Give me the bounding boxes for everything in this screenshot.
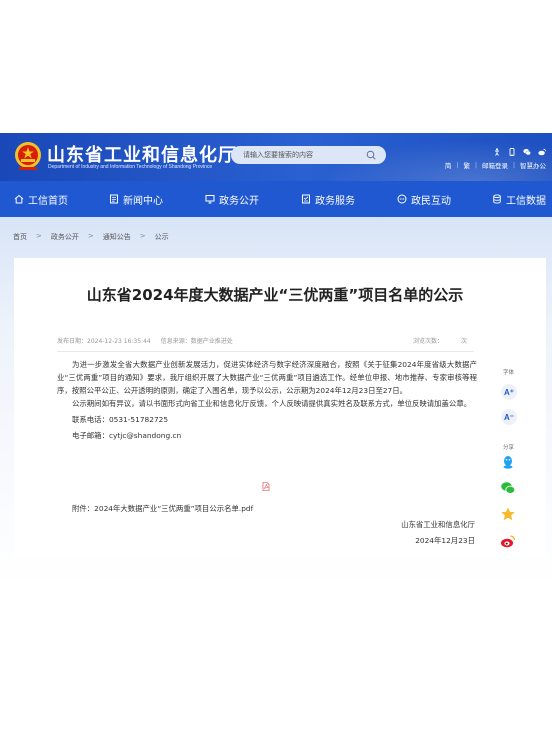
- article-title: 山东省2024年度大数据产业“三优两重”项目名单的公示: [86, 286, 464, 304]
- news-icon: [110, 194, 118, 204]
- main-nav: 工信首页 新闻中心 政务公开 政务服务 政民互动 工信数据: [0, 181, 552, 217]
- smart-office-link[interactable]: 智慧办公: [520, 160, 546, 170]
- qq-share-button[interactable]: [500, 454, 516, 470]
- utility-links: 简 | 繁 | 邮箱登录 | 智慧办公: [445, 160, 546, 171]
- nav-label: 政民互动: [411, 195, 451, 207]
- paragraph: 公示期间如有异议，请以书面形式向省工业和信息化厅反馈，个人反映请提供真实姓名及联…: [72, 399, 472, 408]
- qq-icon: [503, 456, 513, 469]
- search-icon[interactable]: [366, 150, 376, 160]
- font-size-label: 字体: [503, 370, 515, 376]
- nav-label: 新闻中心: [123, 195, 163, 207]
- wechat-icon[interactable]: [523, 141, 531, 156]
- attachment-link[interactable]: 附件：2024年大数据产业“三优两重”项目公示名单.pdf: [72, 503, 253, 514]
- database-icon: [493, 194, 501, 204]
- nav-item-data[interactable]: 工信数据: [492, 181, 546, 217]
- separator: |: [474, 161, 477, 169]
- nav-label: 政务公开: [219, 195, 259, 207]
- nav-label: 工信数据: [506, 195, 546, 207]
- breadcrumb-gov-affairs[interactable]: 政务公开: [51, 232, 79, 242]
- breadcrumb-home[interactable]: 首页: [13, 232, 27, 242]
- share-label: 分享: [503, 445, 515, 451]
- paragraph: 为进一步激发全省大数据产业创新发展活力，促进实体经济与数字经济深度融合，按照《关…: [57, 360, 477, 395]
- email-login-link[interactable]: 邮箱登录: [482, 160, 508, 170]
- contact-email: 电子邮箱：cytjc@shandong.cn: [72, 431, 182, 440]
- simplified-chinese-link[interactable]: 简: [445, 160, 452, 170]
- favorite-share-button[interactable]: [500, 506, 516, 522]
- weibo-share-button[interactable]: [500, 533, 516, 549]
- accessibility-icon[interactable]: [493, 141, 501, 156]
- breadcrumb-separator: >: [139, 232, 146, 240]
- search-input[interactable]: 请输入您要搜索的内容: [243, 150, 313, 160]
- separator: |: [512, 161, 515, 169]
- nav-item-gov-services[interactable]: 政务服务: [301, 181, 355, 217]
- nav-item-home[interactable]: 工信首页: [14, 181, 68, 217]
- pdf-icon[interactable]: [262, 482, 270, 491]
- monitor-icon: [205, 195, 215, 204]
- home-icon: [14, 194, 24, 204]
- weibo-icon: [501, 535, 516, 548]
- breadcrumb-separator: >: [87, 232, 94, 240]
- breadcrumb-current: 公示: [154, 233, 169, 241]
- breadcrumb: 首页 > 政务公开 > 通知公告 > 公示: [13, 232, 169, 242]
- search-box[interactable]: 请输入您要搜索的内容: [231, 146, 386, 164]
- sign-date: 2024年12月23日: [415, 536, 475, 545]
- page: 山东省工业和信息化厅 Department of Industry and In…: [0, 0, 552, 735]
- nav-item-interaction[interactable]: 政民互动: [397, 181, 451, 217]
- article-body: 为进一步激发全省大数据产业创新发展活力，促进实体经济与数字经济深度融合，按照《关…: [57, 358, 477, 442]
- utility-icons: [493, 141, 546, 156]
- nav-label: 工信首页: [28, 195, 68, 207]
- site-header: 山东省工业和信息化厅 Department of Industry and In…: [0, 133, 552, 181]
- nav-item-news[interactable]: 新闻中心: [109, 181, 163, 217]
- contact-phone: 联系电话：0531-51782725: [72, 415, 169, 424]
- nav-label: 政务服务: [315, 195, 355, 207]
- wechat-share-button[interactable]: [500, 480, 516, 496]
- traditional-chinese-link[interactable]: 繁: [463, 160, 470, 170]
- breadcrumb-notices[interactable]: 通知公告: [103, 232, 131, 242]
- font-decrease-button[interactable]: A⁻: [501, 409, 517, 425]
- wechat-icon: [501, 482, 516, 494]
- star-icon: [501, 507, 515, 521]
- national-emblem-icon: [15, 142, 41, 170]
- font-increase-button[interactable]: A⁺: [501, 384, 517, 400]
- chat-icon: [397, 194, 407, 204]
- nav-item-gov-affairs[interactable]: 政务公开: [205, 181, 259, 217]
- info-source: 信息来源：数据产业推进处: [160, 338, 233, 345]
- separator: |: [456, 161, 459, 169]
- divider: [57, 351, 474, 352]
- breadcrumb-separator: >: [36, 232, 42, 240]
- weibo-icon[interactable]: [538, 141, 546, 156]
- view-count-unit: 次: [461, 338, 468, 345]
- signer: 山东省工业和信息化厅: [401, 520, 475, 529]
- mobile-icon[interactable]: [508, 141, 516, 156]
- publish-date: 发布日期：2024-12-23 16:35:44: [57, 338, 151, 345]
- view-count-label: 浏览次数：: [413, 338, 444, 345]
- view-count: 浏览次数： 次: [413, 336, 467, 345]
- service-icon: [302, 194, 310, 204]
- site-subtitle: Department of Industry and Information T…: [48, 164, 213, 170]
- article-meta: 发布日期：2024-12-23 16:35:44 信息来源：数据产业推进处: [57, 336, 233, 345]
